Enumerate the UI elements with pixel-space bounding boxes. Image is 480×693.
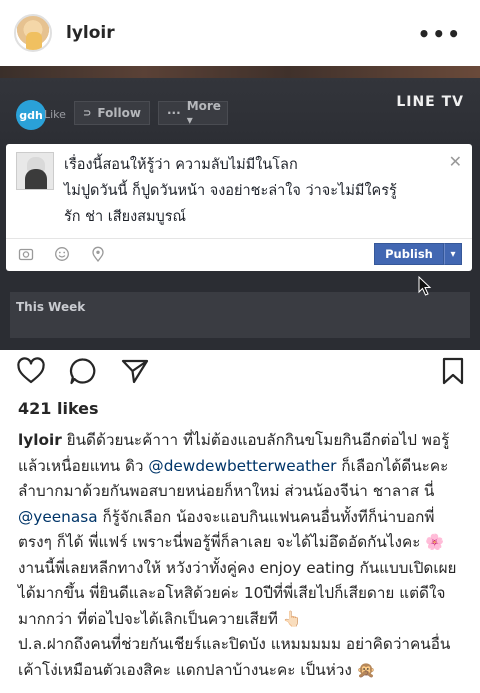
composer-text: เรื่องนี้สอนให้รู้ว่า ความลับไม่มีในโลก … bbox=[64, 152, 444, 230]
this-week-panel: This Week bbox=[10, 292, 470, 338]
page-header-bar: gdh Like ⊃ Follow ··· More ▾ LINE TV bbox=[0, 78, 480, 146]
chevron-down-icon: ▾ bbox=[444, 243, 462, 265]
post-username[interactable]: lyloir bbox=[66, 23, 115, 43]
post-actions bbox=[0, 350, 480, 390]
more-horizontal-icon[interactable]: ••• bbox=[418, 22, 462, 46]
this-week-label: This Week bbox=[16, 300, 86, 314]
publish-button: Publish bbox=[374, 243, 444, 265]
composer-line: เรื่องนี้สอนให้รู้ว่า ความลับไม่มีในโลก bbox=[64, 157, 298, 173]
post-header: lyloir ••• bbox=[0, 0, 480, 66]
heart-icon[interactable] bbox=[16, 356, 46, 386]
smiley-icon bbox=[55, 247, 69, 261]
comment-icon[interactable] bbox=[68, 356, 98, 386]
profile-thumbnail bbox=[16, 152, 54, 190]
feed-section: This Week bbox=[0, 276, 480, 350]
caption-username[interactable]: lyloir bbox=[18, 431, 62, 449]
rss-icon: ⊃ bbox=[83, 107, 92, 119]
mouse-cursor-icon bbox=[418, 276, 432, 296]
more-dots-icon: ··· bbox=[167, 106, 181, 120]
post-caption: lyloir ยินดีด้วยนะค้าาา ที่ไม่ต้องแอบลัก… bbox=[18, 428, 466, 683]
line-tv-logo: LINE TV bbox=[396, 94, 464, 110]
status-composer: เรื่องนี้สอนให้รู้ว่า ความลับไม่มีในโลก … bbox=[6, 144, 472, 271]
post-image[interactable]: gdh Like ⊃ Follow ··· More ▾ LINE TV เรื… bbox=[0, 66, 480, 350]
composer-line: ไม่ปูดวันนี้ ก็ปูดวันหน้า จงอย่าชะล่าใจ … bbox=[64, 183, 397, 199]
likes-count[interactable]: 421 likes bbox=[18, 399, 99, 418]
camera-icon bbox=[18, 248, 34, 261]
gdh-logo: gdh bbox=[16, 100, 46, 130]
location-pin-icon bbox=[92, 246, 104, 262]
follow-label: Follow bbox=[97, 106, 141, 120]
more-label: More ▾ bbox=[186, 99, 221, 127]
like-label: Like bbox=[44, 108, 66, 121]
close-icon: ✕ bbox=[448, 152, 462, 171]
send-icon[interactable] bbox=[120, 356, 150, 386]
mention-link[interactable]: @yeenasa bbox=[18, 508, 98, 526]
mention-link[interactable]: @dewdewbetterweather bbox=[148, 457, 336, 475]
composer-line: รัก ช่า เสียงสมบูรณ์ bbox=[64, 209, 187, 225]
more-button: ··· More ▾ bbox=[158, 99, 228, 127]
caption-ps: ป.ล.ฝากถึงคนที่ช่วยกันเชียร์และปิดบัง แห… bbox=[18, 635, 451, 679]
follow-button: ⊃ Follow bbox=[74, 101, 150, 125]
avatar[interactable] bbox=[14, 14, 52, 52]
caption-paragraph: lyloir ยินดีด้วยนะค้าาา ที่ไม่ต้องแอบลัก… bbox=[18, 428, 466, 632]
image-top-strip bbox=[0, 66, 480, 78]
bookmark-icon[interactable] bbox=[438, 356, 468, 386]
composer-footer: Publish ▾ bbox=[6, 238, 472, 271]
